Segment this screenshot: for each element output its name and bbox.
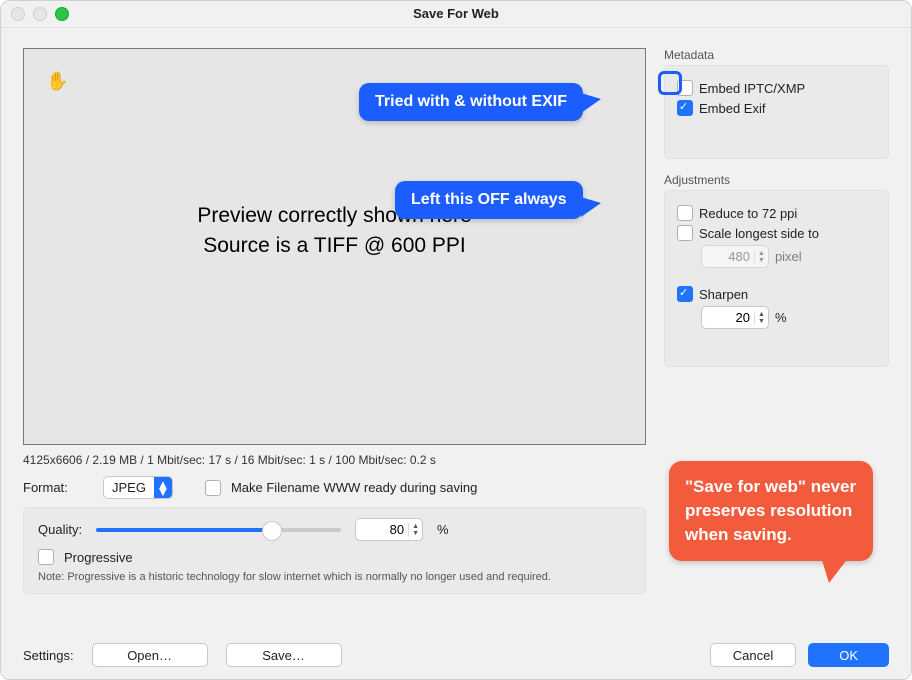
progressive-note: Note: Progressive is a historic technolo… (38, 571, 631, 583)
sharpen-unit-label: % (775, 310, 787, 325)
progressive-checkbox[interactable] (38, 549, 54, 565)
www-filename-label: Make Filename WWW ready during saving (231, 480, 477, 495)
quality-label: Quality: (38, 522, 82, 537)
sharpen-value[interactable] (702, 310, 754, 325)
close-window-button[interactable] (11, 7, 25, 21)
reduce-ppi-checkbox[interactable] (677, 205, 693, 221)
annotation-save-text: "Save for web" never preserves resolutio… (685, 477, 856, 544)
stepper-icon[interactable]: ▲▼ (754, 311, 768, 325)
quality-value[interactable] (356, 522, 408, 537)
format-label: Format: (23, 480, 93, 495)
slider-thumb[interactable] (262, 521, 282, 541)
quality-input[interactable]: ▲▼ (355, 518, 423, 541)
preview-line-2: Source is a TIFF @ 600 PPI (197, 231, 471, 261)
reduce-ppi-label: Reduce to 72 ppi (699, 206, 797, 221)
title-bar: Save For Web (1, 1, 911, 28)
open-settings-button[interactable]: Open… (92, 643, 208, 667)
pixel-unit-label: pixel (775, 249, 802, 264)
sharpen-checkbox[interactable] (677, 286, 693, 302)
hand-tool-icon: ✋ (46, 71, 68, 92)
window-controls (11, 7, 69, 21)
progressive-label: Progressive (64, 550, 133, 565)
zoom-window-button[interactable] (55, 7, 69, 21)
embed-iptc-checkbox[interactable] (677, 80, 693, 96)
format-value: JPEG (104, 480, 154, 495)
annotation-adjustments: Left this OFF always (395, 181, 583, 219)
adjustments-group: Reduce to 72 ppi Scale longest side to ▲… (664, 190, 889, 367)
annotation-exif-text: Tried with & without EXIF (375, 93, 567, 110)
scale-longest-checkbox[interactable] (677, 225, 693, 241)
save-settings-button[interactable]: Save… (226, 643, 342, 667)
window-title: Save For Web (413, 6, 499, 21)
embed-iptc-label: Embed IPTC/XMP (699, 81, 805, 96)
cancel-button[interactable]: Cancel (710, 643, 796, 667)
embed-exif-label: Embed Exif (699, 101, 765, 116)
quality-slider[interactable] (96, 521, 341, 539)
quality-panel: Quality: ▲▼ % Progressive (23, 507, 646, 594)
updown-icon: ▲▼ (154, 477, 172, 498)
embed-exif-checkbox[interactable] (677, 100, 693, 116)
stepper-icon: ▲▼ (754, 250, 768, 264)
annotation-save: "Save for web" never preserves resolutio… (669, 461, 873, 561)
metadata-group-title: Metadata (664, 48, 889, 62)
adjustments-group-title: Adjustments (664, 173, 889, 187)
image-info-status: 4125x6606 / 2.19 MB / 1 Mbit/sec: 17 s /… (23, 453, 646, 467)
stepper-icon[interactable]: ▲▼ (408, 523, 422, 537)
annotation-adjustments-text: Left this OFF always (411, 191, 567, 208)
metadata-group: Embed IPTC/XMP Embed Exif (664, 65, 889, 159)
scale-pixel-input: ▲▼ (701, 245, 769, 268)
annotation-exif: Tried with & without EXIF (359, 83, 583, 121)
minimize-window-button[interactable] (33, 7, 47, 21)
www-filename-checkbox[interactable] (205, 480, 221, 496)
settings-label: Settings: (23, 648, 74, 663)
sharpen-input[interactable]: ▲▼ (701, 306, 769, 329)
sharpen-label: Sharpen (699, 287, 748, 302)
ok-button[interactable]: OK (808, 643, 889, 667)
format-select[interactable]: JPEG ▲▼ (103, 476, 173, 499)
save-for-web-window: Save For Web ✋ Preview correctly shown h… (0, 0, 912, 680)
scale-pixel-value (702, 249, 754, 264)
percent-label: % (437, 522, 449, 537)
scale-longest-label: Scale longest side to (699, 226, 819, 241)
